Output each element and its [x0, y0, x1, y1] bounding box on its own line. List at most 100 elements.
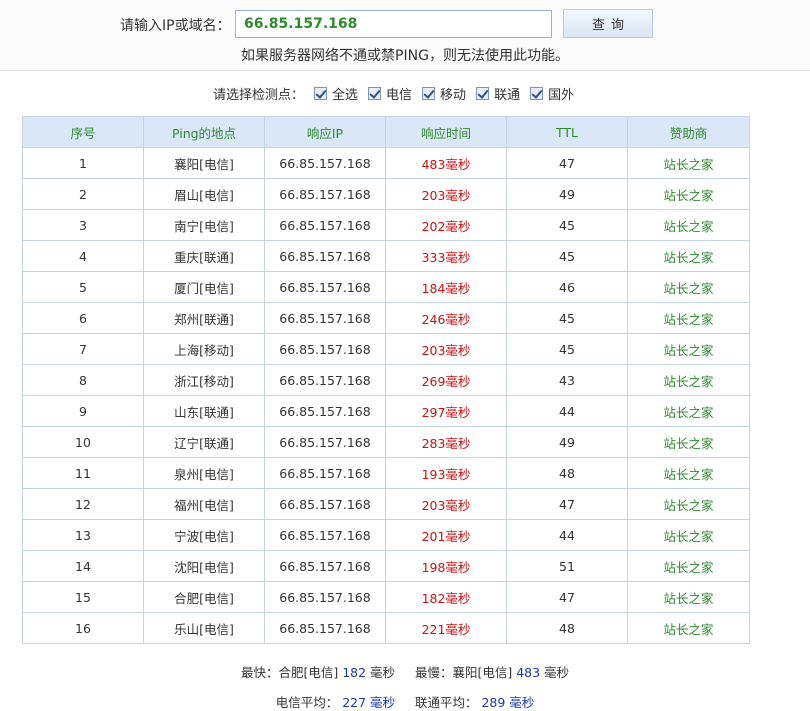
cell-ttl: 45: [506, 240, 628, 272]
cell-ttl: 44: [506, 519, 628, 551]
table-row: 14 沈阳[电信] 66.85.157.168 198毫秒 51 站长之家: [22, 550, 750, 582]
cell-response-ip: 66.85.157.168: [264, 457, 386, 489]
cell-ttl: 45: [506, 302, 628, 334]
fastest-place: 合肥[电信]: [278, 665, 339, 680]
checkbox-checked-icon[interactable]: [530, 86, 544, 100]
cell-response-ip: 66.85.157.168: [264, 395, 386, 427]
cell-response-time: 184毫秒: [385, 271, 507, 303]
cell-sponsor[interactable]: 站长之家: [627, 581, 750, 613]
checkbox-checked-icon[interactable]: [476, 86, 490, 100]
cell-response-ip: 66.85.157.168: [264, 240, 386, 272]
cell-index: 6: [22, 302, 144, 334]
cell-sponsor[interactable]: 站长之家: [627, 457, 750, 489]
table-header-row: 序号 Ping的地点 响应IP 响应时间 TTL 赞助商: [22, 116, 750, 148]
table-row: 6 郑州[联通] 66.85.157.168 246毫秒 45 站长之家: [22, 302, 750, 334]
cell-response-time: 269毫秒: [385, 364, 507, 396]
cell-location: 福州[电信]: [143, 488, 265, 520]
cell-index: 7: [22, 333, 144, 365]
cell-sponsor[interactable]: 站长之家: [627, 333, 750, 365]
table-row: 11 泉州[电信] 66.85.157.168 193毫秒 48 站长之家: [22, 457, 750, 489]
column-header-index: 序号: [22, 116, 144, 148]
cell-sponsor[interactable]: 站长之家: [627, 178, 750, 210]
checkbox-select-all[interactable]: 全选: [314, 84, 358, 103]
cell-sponsor[interactable]: 站长之家: [627, 364, 750, 396]
cell-response-ip: 66.85.157.168: [264, 488, 386, 520]
cell-ttl: 47: [506, 147, 628, 179]
cell-location: 沈阳[电信]: [143, 550, 265, 582]
ping-notice: 如果服务器网络不通或禁PING，则无法使用此功能。: [241, 48, 569, 64]
cell-response-ip: 66.85.157.168: [264, 612, 386, 644]
checkbox-mobile[interactable]: 移动: [422, 84, 466, 103]
cell-sponsor[interactable]: 站长之家: [627, 426, 750, 458]
checkbox-checked-icon[interactable]: [422, 86, 436, 100]
cell-response-time: 221毫秒: [385, 612, 507, 644]
checkbox-label: 国外: [548, 87, 575, 103]
ip-input[interactable]: [235, 10, 552, 38]
cell-sponsor[interactable]: 站长之家: [627, 488, 750, 520]
cell-response-time: 246毫秒: [385, 302, 507, 334]
cell-response-ip: 66.85.157.168: [264, 550, 386, 582]
checkbox-unicom[interactable]: 联通: [476, 84, 520, 103]
cell-sponsor[interactable]: 站长之家: [627, 147, 750, 179]
ping-results-table: 序号 Ping的地点 响应IP 响应时间 TTL 赞助商 1 襄阳[电信] 66.8…: [22, 116, 750, 644]
telecom-average-value: 227: [342, 695, 367, 710]
cell-sponsor[interactable]: 站长之家: [627, 209, 750, 241]
cell-index: 12: [22, 488, 144, 520]
cell-response-time: 333毫秒: [385, 240, 507, 272]
fastest-slowest-summary: 最快：合肥[电信] 182 毫秒 最慢：襄阳[电信] 483 毫秒: [0, 662, 810, 681]
cell-index: 11: [22, 457, 144, 489]
slowest-unit: 毫秒: [544, 665, 570, 680]
table-row: 5 厦门[电信] 66.85.157.168 184毫秒 46 站长之家: [22, 271, 750, 303]
cell-location: 宁波[电信]: [143, 519, 265, 551]
ip-input-label: 请输入IP或域名：: [120, 18, 231, 34]
query-button[interactable]: 查询: [563, 9, 653, 38]
cell-response-time: 202毫秒: [385, 209, 507, 241]
cell-ttl: 48: [506, 457, 628, 489]
cell-location: 乐山[电信]: [143, 612, 265, 644]
cell-location: 合肥[电信]: [143, 581, 265, 613]
cell-response-ip: 66.85.157.168: [264, 333, 386, 365]
cell-sponsor[interactable]: 站长之家: [627, 550, 750, 582]
cell-sponsor[interactable]: 站长之家: [627, 395, 750, 427]
checkpoint-selector: 请选择检测点： 全选 电信 移动 联通 国外: [213, 84, 584, 103]
slowest-value: 483: [516, 665, 541, 680]
checkbox-overseas[interactable]: 国外: [530, 84, 574, 103]
checkbox-label: 全选: [332, 87, 359, 103]
cell-ttl: 45: [506, 333, 628, 365]
cell-location: 山东[联通]: [143, 395, 265, 427]
column-header-ttl: TTL: [506, 116, 628, 148]
slowest-label: 最慢：: [414, 665, 453, 680]
checkbox-label: 移动: [440, 87, 467, 103]
checkbox-telecom[interactable]: 电信: [368, 84, 412, 103]
table-row: 4 重庆[联通] 66.85.157.168 333毫秒 45 站长之家: [22, 240, 750, 272]
cell-response-ip: 66.85.157.168: [264, 581, 386, 613]
cell-sponsor[interactable]: 站长之家: [627, 271, 750, 303]
cell-response-time: 203毫秒: [385, 333, 507, 365]
column-header-location: Ping的地点: [143, 116, 265, 148]
table-row: 9 山东[联通] 66.85.157.168 297毫秒 44 站长之家: [22, 395, 750, 427]
cell-ttl: 51: [506, 550, 628, 582]
cell-index: 15: [22, 581, 144, 613]
cell-index: 16: [22, 612, 144, 644]
cell-index: 3: [22, 209, 144, 241]
cell-index: 13: [22, 519, 144, 551]
slowest-place: 襄阳[电信]: [452, 665, 513, 680]
cell-sponsor[interactable]: 站长之家: [627, 302, 750, 334]
cell-ttl: 49: [506, 426, 628, 458]
cell-location: 辽宁[联通]: [143, 426, 265, 458]
checkbox-checked-icon[interactable]: [314, 86, 328, 100]
cell-response-time: 297毫秒: [385, 395, 507, 427]
cell-ttl: 49: [506, 178, 628, 210]
cell-response-time: 283毫秒: [385, 426, 507, 458]
cell-response-time: 203毫秒: [385, 178, 507, 210]
cell-response-time: 182毫秒: [385, 581, 507, 613]
cell-sponsor[interactable]: 站长之家: [627, 240, 750, 272]
column-header-sponsor: 赞助商: [627, 116, 750, 148]
unicom-average-value: 289: [481, 695, 506, 710]
cell-ttl: 44: [506, 395, 628, 427]
checkbox-checked-icon[interactable]: [368, 86, 382, 100]
cell-location: 上海[移动]: [143, 333, 265, 365]
cell-sponsor[interactable]: 站长之家: [627, 519, 750, 551]
cell-response-time: 198毫秒: [385, 550, 507, 582]
cell-sponsor[interactable]: 站长之家: [627, 612, 750, 644]
